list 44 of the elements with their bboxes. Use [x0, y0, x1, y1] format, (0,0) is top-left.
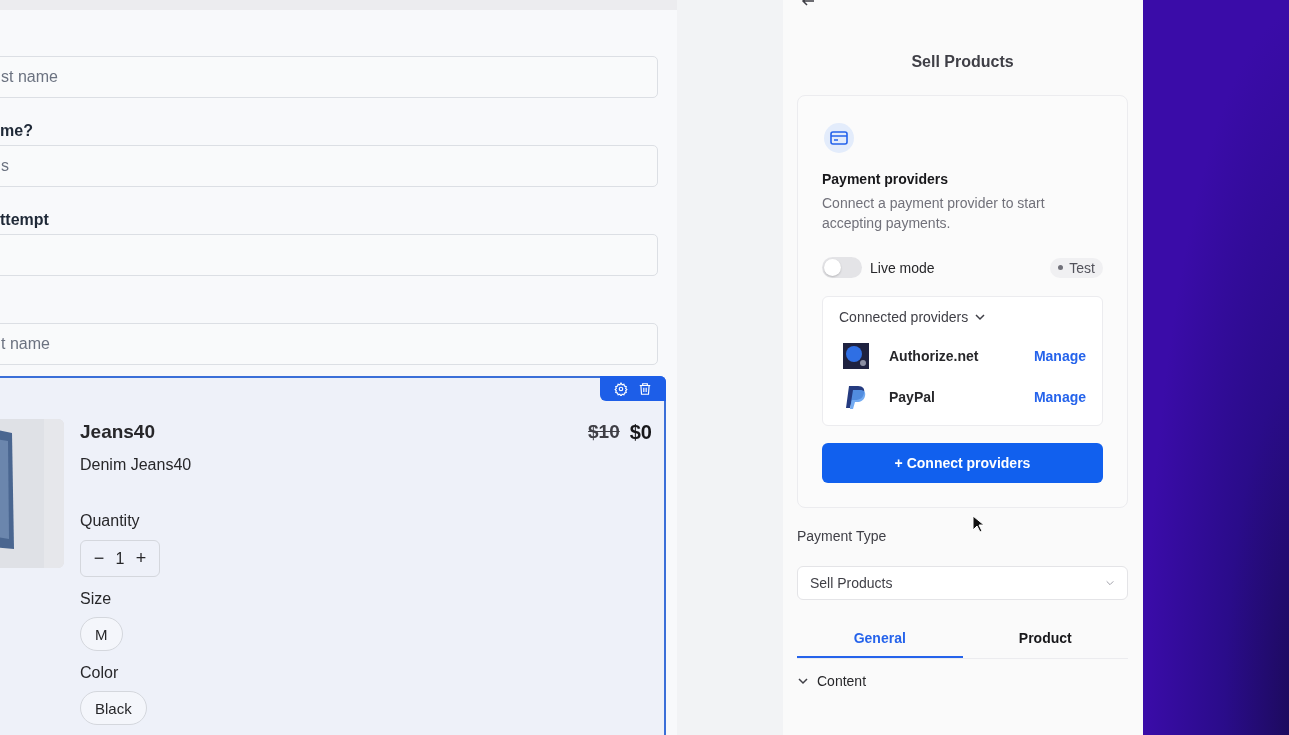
- product-description: Denim Jeans40: [80, 456, 193, 474]
- field-label: me?: [0, 121, 34, 141]
- card-description: Connect a payment provider to start accepting payments.: [822, 194, 1046, 233]
- manage-link[interactable]: Manage: [1033, 388, 1086, 405]
- chevron-icon: [974, 311, 987, 323]
- credit-card-icon: [824, 123, 854, 153]
- chevron-icon: [797, 675, 809, 687]
- manage-link[interactable]: Manage: [1033, 347, 1086, 364]
- mode-badge: Test: [1050, 257, 1103, 278]
- option-label: Color: [80, 664, 120, 682]
- connect-providers-button[interactable]: + Connect providers: [822, 443, 1103, 483]
- option-chip[interactable]: M: [80, 617, 123, 651]
- providers-dropdown[interactable]: Connected providers: [839, 309, 1086, 325]
- tab[interactable]: Product: [962, 620, 1128, 658]
- quantity-label: Quantity: [80, 512, 141, 530]
- option-label: Size: [80, 590, 113, 608]
- input-field[interactable]: s: [0, 145, 658, 187]
- decrease-button[interactable]: −: [91, 548, 107, 569]
- quantity-value: 1: [115, 549, 125, 568]
- sale-price: $0: [629, 420, 652, 444]
- field-label: Payment Type: [797, 528, 888, 544]
- increase-button[interactable]: +: [133, 548, 149, 569]
- live-mode-toggle[interactable]: [822, 257, 862, 278]
- section-toggle[interactable]: Content: [797, 673, 1128, 689]
- product-name: Jeans40: [80, 421, 155, 443]
- toggle-label: Live mode: [870, 259, 936, 276]
- settings-icon[interactable]: [614, 381, 628, 396]
- product-card[interactable]: Jeans40 $10 $0 Denim Jeans40 Quantity − 1 + Size M Color Black: [0, 376, 666, 735]
- tab[interactable]: General: [797, 620, 963, 658]
- input-field[interactable]: [0, 234, 658, 276]
- original-price: $10: [588, 421, 620, 443]
- provider-name: PayPal: [889, 388, 936, 405]
- option-chip[interactable]: Black: [80, 691, 147, 725]
- field-label: ttempt: [0, 210, 50, 230]
- payment-type-select[interactable]: Sell Products: [797, 566, 1128, 600]
- provider-name: Authorize.net: [889, 347, 980, 364]
- panel-title: Sell Products: [910, 53, 1015, 71]
- chevron-icon: [1105, 578, 1115, 588]
- provider-logo-icon: [843, 342, 869, 369]
- trash-icon[interactable]: [638, 381, 652, 396]
- input-field[interactable]: t name: [0, 323, 658, 365]
- mouse-cursor-icon: [972, 515, 984, 533]
- card-title: Payment providers: [822, 171, 950, 187]
- input-field[interactable]: st name: [0, 56, 658, 98]
